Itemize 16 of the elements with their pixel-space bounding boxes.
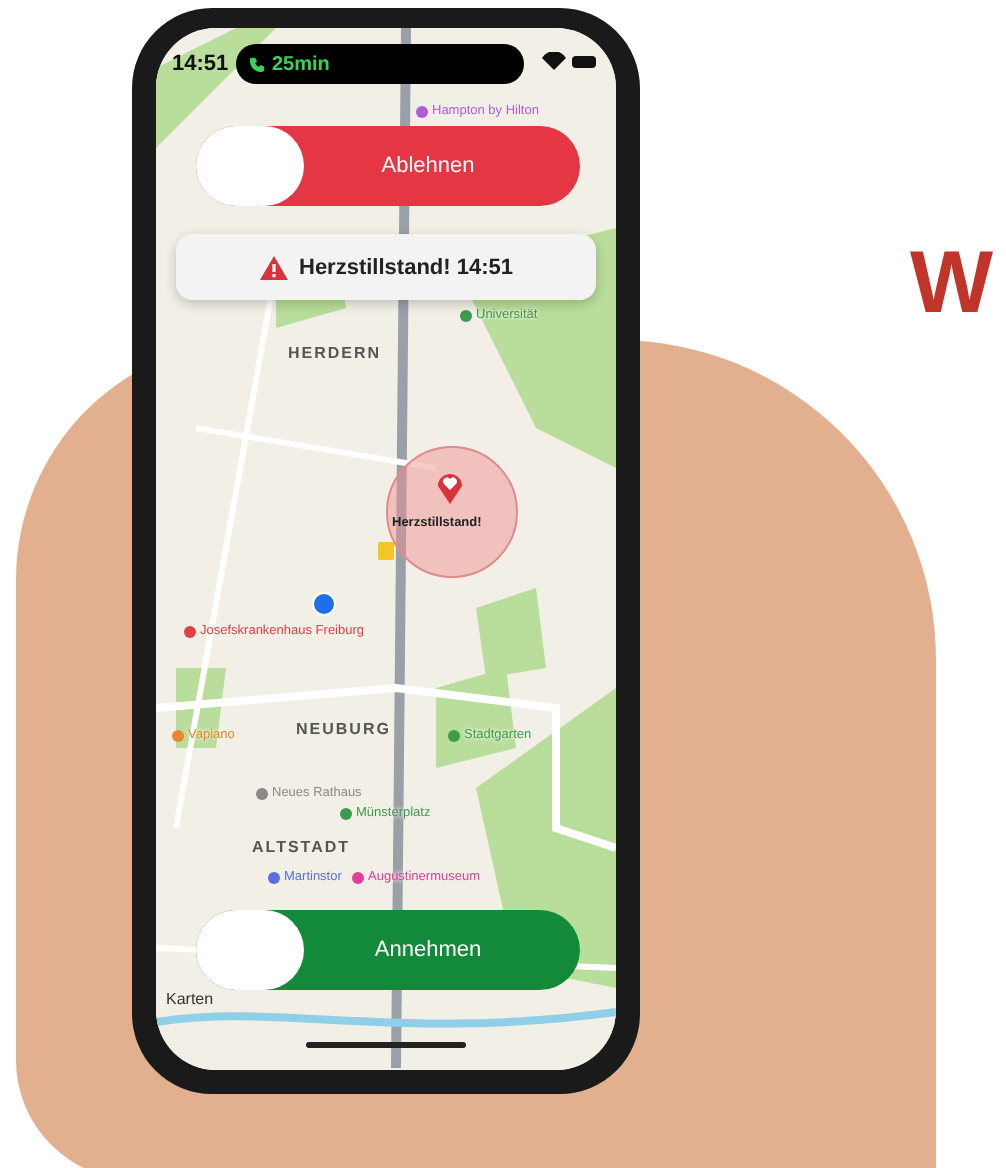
accept-slider[interactable]: Annehmen [196, 910, 580, 990]
decline-slider[interactable]: Ablehnen [196, 126, 580, 206]
slider-handle[interactable] [196, 910, 304, 990]
heart-pin-icon[interactable] [436, 468, 464, 504]
call-duration: 25min [272, 53, 330, 75]
slider-handle[interactable] [196, 126, 304, 206]
district-label: HERDERN [288, 344, 382, 362]
status-icons [540, 52, 600, 72]
district-label: ALTSTADT [252, 838, 351, 856]
warning-icon [259, 255, 287, 279]
status-time: 14:51 [172, 52, 229, 76]
alert-text: Herzstillstand! 14:51 [299, 255, 513, 279]
district-label: NEUBURG [296, 720, 391, 738]
map-attribution: Karten [166, 990, 214, 1008]
phone-icon [248, 55, 266, 73]
headline-text: W [910, 240, 994, 328]
